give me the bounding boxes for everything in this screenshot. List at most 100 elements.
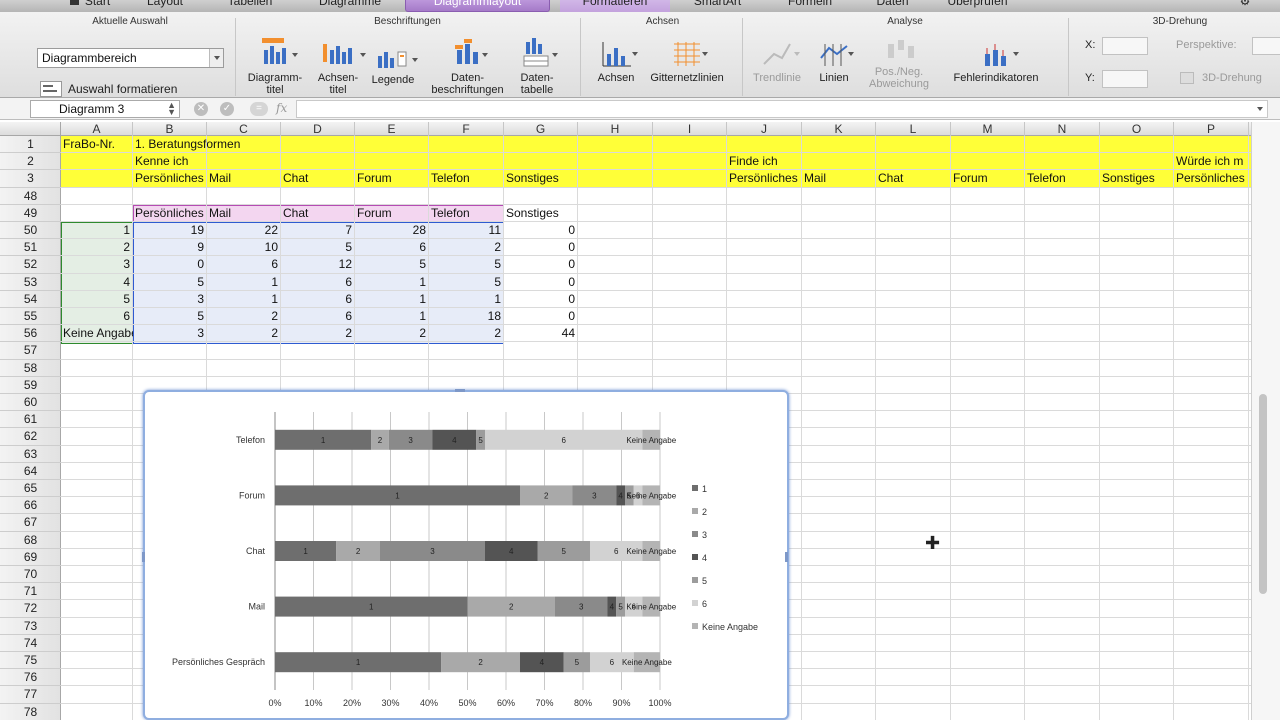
gridlines-button[interactable]: Gitternetzlinien (642, 40, 732, 84)
name-box[interactable]: Diagramm 3 ▲ ▼ (30, 100, 180, 118)
column-header-b[interactable]: B (133, 122, 207, 136)
row-header-69[interactable]: 69 (0, 549, 61, 566)
y-rotation-stepper[interactable] (1102, 70, 1148, 88)
chart-title-button[interactable]: Diagramm- titel (240, 36, 310, 96)
row-header-55[interactable]: 55 (0, 308, 61, 326)
tab-ueberpruefen[interactable]: Überprüfen (935, 0, 1020, 12)
column-header-e[interactable]: E (355, 122, 429, 136)
resize-handle-left[interactable] (142, 552, 145, 562)
column-header-d[interactable]: D (281, 122, 355, 136)
row-header-56[interactable]: 56 (0, 325, 61, 343)
row-header-73[interactable]: 73 (0, 618, 61, 635)
row-header-72[interactable]: 72 (0, 600, 61, 618)
tab-start[interactable]: Start (55, 0, 125, 12)
row-header-53[interactable]: 53 (0, 274, 61, 291)
column-header-c[interactable]: C (207, 122, 281, 136)
cell[interactable]: 19 (135, 222, 207, 239)
3d-rotation-button[interactable]: 3D-Drehung (1180, 72, 1280, 85)
column-header-m[interactable]: M (951, 122, 1025, 136)
cell[interactable]: Mail (209, 170, 281, 187)
row-header-2[interactable]: 2 (0, 153, 61, 171)
cell[interactable]: Persönliches (1176, 170, 1249, 187)
row-header-3[interactable]: 3 (0, 170, 61, 188)
chevron-down-icon[interactable] (209, 49, 223, 67)
cell[interactable]: 2 (431, 239, 504, 256)
cell[interactable]: 1 (431, 291, 504, 308)
cell[interactable]: 4 (63, 274, 133, 291)
cell[interactable]: 6 (283, 274, 355, 291)
row-header-66[interactable]: 66 (0, 497, 61, 515)
row-header-76[interactable]: 76 (0, 669, 61, 687)
cell[interactable]: Sonstiges (506, 205, 578, 222)
cell[interactable]: Finde ich (729, 153, 869, 170)
cell[interactable]: Persönliches (135, 170, 207, 187)
row-header-61[interactable]: 61 (0, 411, 61, 429)
row-header-71[interactable]: 71 (0, 583, 61, 601)
chevron-down-icon[interactable] (1257, 107, 1263, 111)
cell[interactable]: 3 (135, 325, 207, 342)
row-header-54[interactable]: 54 (0, 291, 61, 308)
select-all-corner[interactable] (0, 122, 61, 136)
cell[interactable]: 0 (506, 291, 578, 308)
lines-button[interactable]: Linien (810, 40, 858, 84)
error-bars-button[interactable]: Fehlerindikatoren (945, 40, 1047, 84)
cell[interactable]: 6 (283, 291, 355, 308)
cell[interactable]: Würde ich m (1176, 153, 1251, 170)
vertical-scrollbar[interactable] (1251, 122, 1280, 720)
cell[interactable]: 1 (209, 274, 281, 291)
tab-layout[interactable]: Layout (135, 0, 195, 12)
gear-icon[interactable]: ⚙ (1235, 0, 1255, 12)
row-header-67[interactable]: 67 (0, 514, 61, 532)
cell[interactable]: 0 (506, 222, 578, 239)
cell[interactable]: Kenne ich (135, 153, 285, 170)
perspective-stepper[interactable] (1252, 37, 1280, 55)
cell[interactable]: 1 (357, 308, 429, 325)
cell[interactable]: Mail (209, 205, 281, 222)
cell[interactable]: Telefon (431, 170, 504, 187)
row-header-77[interactable]: 77 (0, 686, 61, 704)
row-header-57[interactable]: 57 (0, 342, 61, 360)
data-table-button[interactable]: Daten- tabelle (512, 36, 562, 96)
cell[interactable]: 9 (135, 239, 207, 256)
cell[interactable]: Chat (283, 170, 355, 187)
tab-formatieren[interactable]: Formatieren (560, 0, 670, 12)
cell[interactable]: 1 (357, 291, 429, 308)
updown-bars-button[interactable]: Pos./Neg. Abweichung (860, 38, 938, 90)
cell[interactable]: Sonstiges (506, 170, 578, 187)
cell[interactable]: FraBo-Nr. (63, 136, 133, 153)
x-rotation-stepper[interactable] (1102, 37, 1148, 55)
cell[interactable]: 3 (63, 256, 133, 273)
cell[interactable]: Forum (953, 170, 1025, 187)
row-header-51[interactable]: 51 (0, 239, 61, 257)
cell[interactable]: 1 (357, 274, 429, 291)
column-header-f[interactable]: F (429, 122, 504, 136)
cell[interactable]: 2 (209, 308, 281, 325)
fx-label[interactable]: fx (276, 101, 287, 115)
row-header-60[interactable]: 60 (0, 394, 61, 412)
cell[interactable]: 5 (63, 291, 133, 308)
cell[interactable]: 0 (506, 256, 578, 273)
cell[interactable]: Mail (804, 170, 876, 187)
tab-formeln[interactable]: Formeln (775, 0, 845, 12)
row-header-1[interactable]: 1 (0, 136, 61, 154)
column-header-l[interactable]: L (876, 122, 951, 136)
cell[interactable]: 6 (283, 308, 355, 325)
axis-titles-button[interactable]: Achsen- titel (308, 36, 368, 96)
cell[interactable]: 5 (431, 256, 504, 273)
cell[interactable]: 6 (357, 239, 429, 256)
cell[interactable]: 2 (283, 325, 355, 342)
cell[interactable]: 2 (357, 325, 429, 342)
row-header-78[interactable]: 78 (0, 704, 61, 720)
column-header-a[interactable]: A (61, 122, 133, 136)
formula-input[interactable] (296, 100, 1268, 118)
cell[interactable]: Forum (357, 170, 429, 187)
cell[interactable]: 0 (506, 239, 578, 256)
row-header-64[interactable]: 64 (0, 463, 61, 480)
column-header-o[interactable]: O (1100, 122, 1174, 136)
row-header-58[interactable]: 58 (0, 360, 61, 377)
cell[interactable]: 12 (283, 256, 355, 273)
cell[interactable]: 7 (283, 222, 355, 239)
trendline-button[interactable]: Trendlinie (748, 40, 806, 84)
cell[interactable]: 5 (135, 308, 207, 325)
row-header-75[interactable]: 75 (0, 652, 61, 670)
